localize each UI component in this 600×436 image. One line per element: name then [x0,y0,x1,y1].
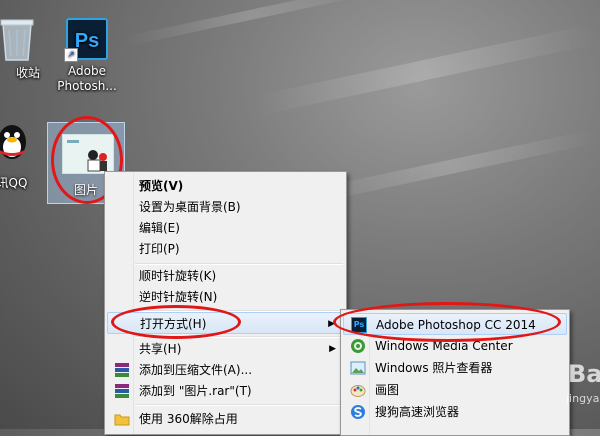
recycle-bin-icon [0,19,34,61]
menu-item-label: 共享(H) [139,342,182,356]
menu-item-label: Windows 照片查看器 [375,361,493,375]
wallpaper-streak [121,0,379,47]
winrar-icon [115,384,129,398]
menu-item-360-unlock[interactable]: 使用 360解除占用 [107,408,344,430]
highlight-ellipse [333,302,561,342]
menu-item-add-to-rar[interactable]: 添加到 "图片.rar"(T) [107,380,344,402]
wallpaper-streak [251,23,599,117]
sogou-browser-icon [351,405,365,419]
winrar-icon [115,363,129,377]
paint-icon [350,385,366,397]
desktop-icon-label: 收站 [15,66,40,80]
menu-separator [135,404,343,406]
shortcut-arrow-icon: ↗ [64,48,78,62]
menu-item-label: 使用 360解除占用 [139,412,238,426]
folder-icon [114,414,130,426]
watermark-logo: Ba [568,360,600,388]
menu-item-label: 画图 [375,383,400,397]
menu-item-rotate-clockwise[interactable]: 顺时针旋转(K) [107,265,344,287]
recycle-bin-shortcut[interactable]: 收站 [0,14,42,81]
submenu-arrow-icon: ▶ [329,344,336,354]
menu-item-sogou-browser[interactable]: 搜狗高速浏览器 [343,401,567,423]
menu-item-photo-viewer[interactable]: Windows 照片查看器 [343,357,567,379]
menu-item-edit[interactable]: 编辑(E) [107,217,344,239]
menu-item-share[interactable]: 共享(H) ▶ [107,338,344,360]
photo-viewer-icon [350,361,366,375]
desktop-icon-label: Adobe Photosh... [57,64,117,93]
media-center-icon [351,339,365,353]
menu-item-paint[interactable]: 画图 [343,379,567,401]
menu-item-set-wallpaper[interactable]: 设置为桌面背景(B) [107,196,344,218]
menu-item-print[interactable]: 打印(P) [107,238,344,260]
qq-shortcut[interactable]: 讯QQ [0,122,34,191]
menu-item-add-to-archive[interactable]: 添加到压缩文件(A)... [107,359,344,381]
menu-item-preview[interactable]: 预览(V) [107,175,344,197]
highlight-ellipse [111,305,241,339]
photoshop-shortcut[interactable]: Ps ↗ Adobe Photosh... [52,18,122,94]
menu-item-label: 添加到压缩文件(A)... [139,363,253,377]
menu-item-label: 添加到 "图片.rar"(T) [139,384,252,398]
menu-item-label: 搜狗高速浏览器 [375,405,460,419]
desktop-icon-label: 讯QQ [0,176,28,190]
watermark-subtext: jingya [566,392,600,405]
context-menu: 预览(V) 设置为桌面背景(B) 编辑(E) 打印(P) 顺时针旋转(K) 逆时… [104,171,347,435]
menu-item-rotate-counterclockwise[interactable]: 逆时针旋转(N) [107,286,344,308]
qq-penguin-icon [0,125,26,159]
